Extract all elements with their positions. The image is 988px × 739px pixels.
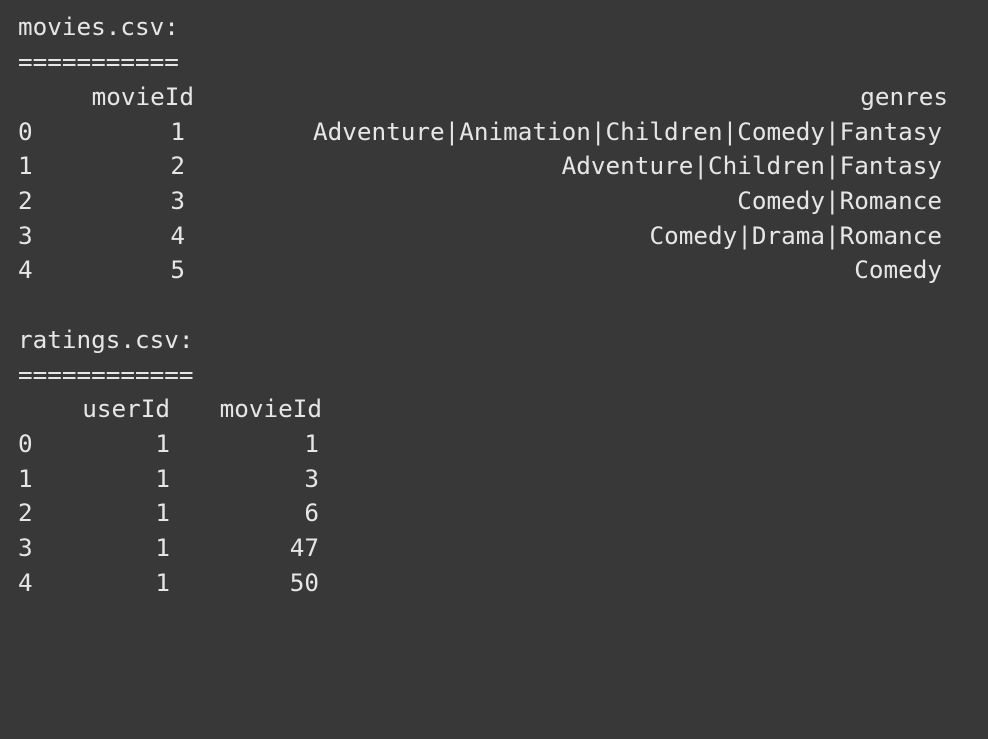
row-index: 4: [18, 568, 33, 597]
table-row: 0 1 1: [18, 427, 322, 462]
row-index: 0: [18, 117, 33, 146]
table-row: 3 4 Comedy|Drama|Romance: [18, 219, 942, 254]
table-row: 1 2 Adventure|Children|Fantasy: [18, 149, 942, 184]
table-row: 2 3 Comedy|Romance: [18, 184, 942, 219]
movieid-cell: 3: [304, 464, 319, 493]
row-index: 3: [18, 221, 33, 250]
column-header-movieid: movieId: [219, 394, 322, 423]
row-index: 2: [18, 498, 33, 527]
row-index: 2: [18, 186, 33, 215]
ratings-header-row: userId movieId: [18, 392, 322, 427]
movieid-cell: 50: [289, 568, 319, 597]
ratings-title: ratings.csv:: [18, 325, 194, 354]
movies-underline: ===========: [18, 47, 179, 76]
movieid-cell: 5: [170, 255, 185, 284]
userid-cell: 1: [155, 533, 170, 562]
row-index: 1: [18, 464, 33, 493]
movieid-cell: 3: [170, 186, 185, 215]
column-header-genres: genres: [860, 82, 948, 111]
column-header-movieid: movieId: [91, 82, 194, 111]
userid-cell: 1: [155, 464, 170, 493]
movieid-cell: 1: [304, 429, 319, 458]
row-index: 0: [18, 429, 33, 458]
movieid-cell: 47: [289, 533, 319, 562]
ratings-underline: ============: [18, 360, 194, 389]
genres-cell: Adventure|Children|Fantasy: [561, 151, 942, 180]
movieid-cell: 2: [170, 151, 185, 180]
row-index: 3: [18, 533, 33, 562]
row-index: 1: [18, 151, 33, 180]
terminal-output: movies.csv: =========== movieId genres 0…: [0, 0, 988, 604]
table-row: 4 1 50: [18, 566, 322, 601]
row-index: 4: [18, 255, 33, 284]
movieid-cell: 1: [170, 117, 185, 146]
genres-cell: Comedy|Romance: [737, 186, 942, 215]
column-header-userid: userId: [82, 394, 170, 423]
table-row: 2 1 6: [18, 496, 322, 531]
table-row: 1 1 3: [18, 462, 322, 497]
movies-title: movies.csv:: [18, 12, 179, 41]
table-row: 0 1 Adventure|Animation|Children|Comedy|…: [18, 115, 942, 150]
table-row: 4 5 Comedy: [18, 253, 942, 288]
userid-cell: 1: [155, 498, 170, 527]
userid-cell: 1: [155, 568, 170, 597]
genres-cell: Comedy: [854, 255, 942, 284]
genres-cell: Adventure|Animation|Children|Comedy|Fant…: [312, 117, 942, 146]
userid-cell: 1: [155, 429, 170, 458]
movieid-cell: 4: [170, 221, 185, 250]
genres-cell: Comedy|Drama|Romance: [649, 221, 942, 250]
movies-header-row: movieId genres: [18, 80, 948, 115]
table-row: 3 1 47: [18, 531, 322, 566]
movieid-cell: 6: [304, 498, 319, 527]
